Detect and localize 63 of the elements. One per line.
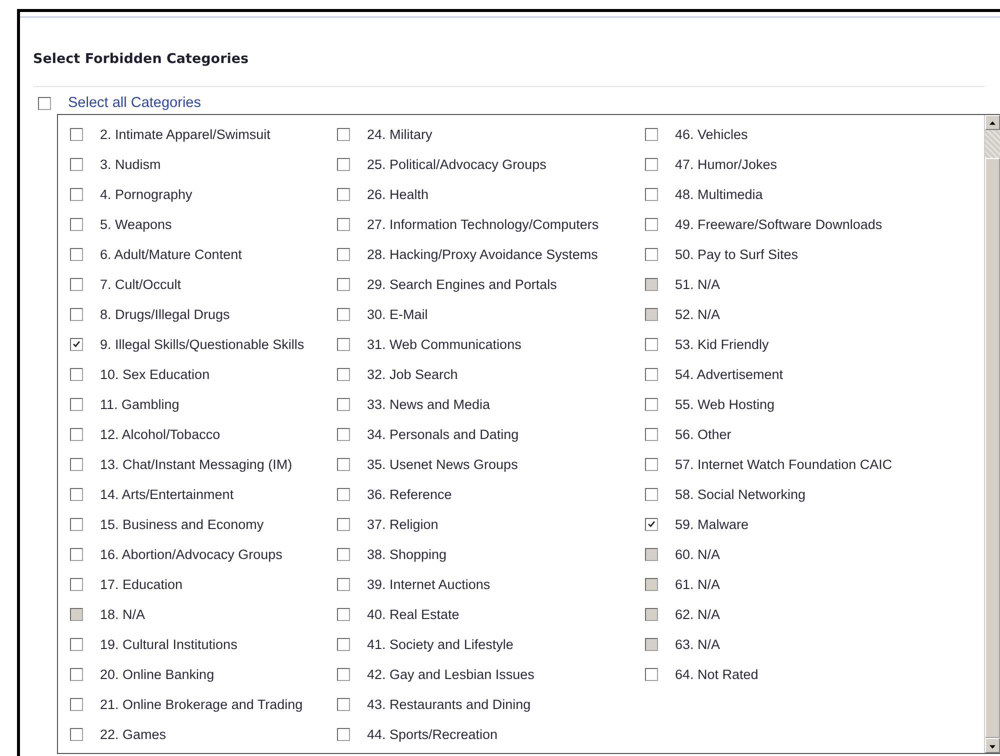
category-label: 42. Gay and Lesbian Issues: [367, 666, 534, 682]
category-label: 3. Nudism: [100, 156, 161, 172]
category-label: 27. Information Technology/Computers: [367, 216, 599, 232]
select-all-link[interactable]: Select all Categories: [68, 95, 201, 111]
category-label: 32. Job Search: [367, 366, 458, 382]
category-label: 11. Gambling: [100, 396, 180, 412]
category-label: 63. N/A: [675, 636, 720, 652]
category-label: 8. Drugs/Illegal Drugs: [100, 306, 230, 322]
category-label: 59. Malware: [675, 516, 749, 532]
category-label: 38. Shopping: [367, 546, 447, 562]
category-label: 36. Reference: [367, 486, 452, 502]
category-label: 41. Society and Lifestyle: [367, 636, 514, 652]
category-label: 20. Online Banking: [100, 666, 214, 682]
category-label: 14. Arts/Entertainment: [100, 486, 234, 502]
section-title: Select Forbidden Categories: [33, 51, 250, 67]
category-label: 52. N/A: [675, 306, 720, 322]
category-label: 56. Other: [675, 426, 732, 442]
category-label: 34. Personals and Dating: [367, 426, 519, 442]
category-label: 9. Illegal Skills/Questionable Skills: [100, 336, 304, 352]
category-label: 43. Restaurants and Dining: [367, 696, 531, 712]
category-label: 18. N/A: [100, 606, 146, 622]
category-label: 44. Sports/Recreation: [367, 726, 498, 742]
category-label: 62. N/A: [675, 606, 720, 622]
category-label: 12. Alcohol/Tobacco: [100, 426, 220, 442]
category-label: 28. Hacking/Proxy Avoidance Systems: [367, 246, 598, 262]
category-label: 26. Health: [367, 186, 429, 202]
category-label: 10. Sex Education: [100, 366, 210, 382]
category-label: 48. Multimedia: [675, 186, 763, 202]
category-label: 24. Military: [367, 126, 432, 142]
category-label: 21. Online Brokerage and Trading: [100, 696, 303, 712]
category-label: 49. Freeware/Software Downloads: [675, 216, 882, 232]
category-label: 57. Internet Watch Foundation CAIC: [675, 456, 892, 472]
category-label: 6. Adult/Mature Content: [100, 246, 242, 262]
category-label: 46. Vehicles: [675, 126, 748, 142]
category-label: 54. Advertisement: [675, 366, 784, 382]
category-label: 39. Internet Auctions: [367, 576, 490, 592]
category-label: 16. Abortion/Advocacy Groups: [100, 546, 282, 562]
category-label: 61. N/A: [675, 576, 720, 592]
category-label: 22. Games: [100, 726, 166, 742]
category-label: 15. Business and Economy: [100, 516, 264, 532]
category-label: 29. Search Engines and Portals: [367, 276, 557, 292]
category-label: 40. Real Estate: [367, 606, 460, 622]
category-label: 60. N/A: [675, 546, 720, 562]
category-label: 35. Usenet News Groups: [367, 456, 518, 472]
category-label: 17. Education: [100, 576, 183, 592]
category-label: 31. Web Communications: [367, 336, 522, 352]
category-label: 47. Humor/Jokes: [675, 156, 778, 172]
category-label: 4. Pornography: [100, 186, 192, 202]
category-label: 50. Pay to Surf Sites: [675, 246, 798, 262]
category-label: 7. Cult/Occult: [100, 276, 182, 292]
category-label: 2. Intimate Apparel/Swimsuit: [100, 126, 270, 142]
category-label: 13. Chat/Instant Messaging (IM): [100, 456, 292, 472]
category-label: 51. N/A: [675, 276, 720, 292]
category-label: 30. E-Mail: [367, 306, 428, 322]
category-label: 5. Weapons: [100, 216, 172, 232]
category-label: 25. Political/Advocacy Groups: [367, 156, 546, 172]
category-label: 37. Religion: [367, 516, 438, 532]
category-label: 55. Web Hosting: [675, 396, 775, 412]
category-label: 53. Kid Friendly: [675, 336, 769, 352]
category-label: 33. News and Media: [367, 396, 490, 412]
category-label: 64. Not Rated: [675, 666, 758, 682]
category-label: 58. Social Networking: [675, 486, 806, 502]
category-label: 19. Cultural Institutions: [100, 636, 238, 652]
